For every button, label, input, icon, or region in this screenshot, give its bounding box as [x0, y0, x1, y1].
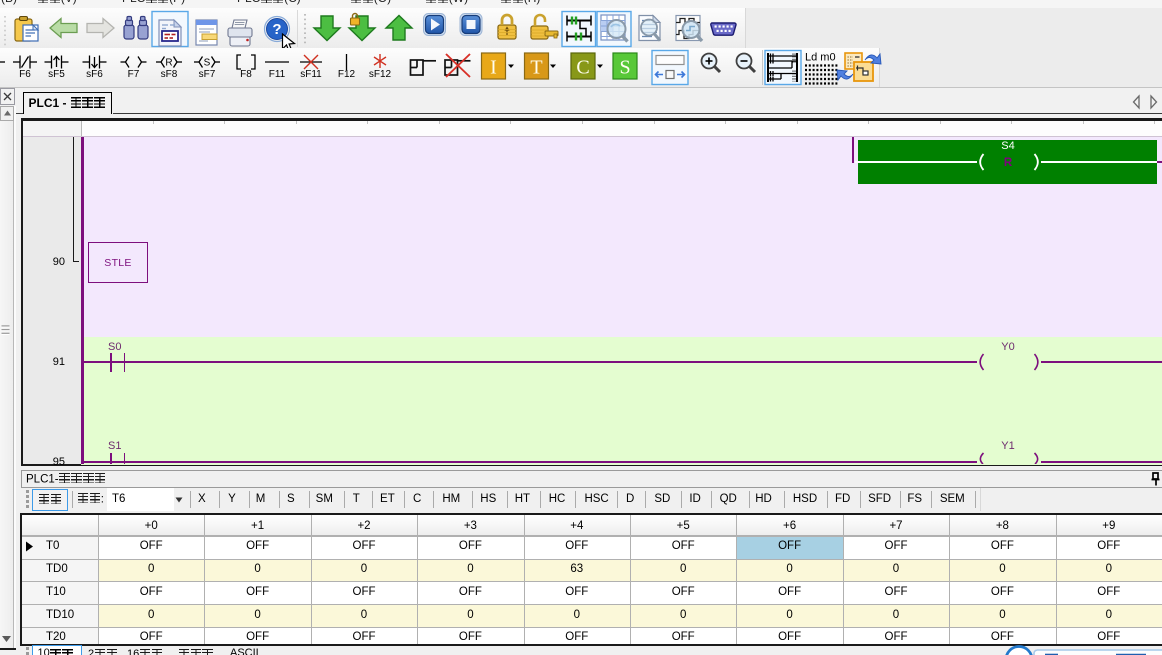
svg-text:Ld m0: Ld m0	[805, 52, 836, 64]
svg-text:?: ?	[272, 21, 281, 38]
svg-text:S: S	[619, 57, 630, 79]
svg-text:S: S	[204, 58, 211, 69]
svg-text:T: T	[530, 57, 542, 79]
svg-text:I: I	[490, 57, 497, 79]
svg-text:C: C	[576, 57, 589, 79]
svg-text:R: R	[165, 58, 172, 69]
